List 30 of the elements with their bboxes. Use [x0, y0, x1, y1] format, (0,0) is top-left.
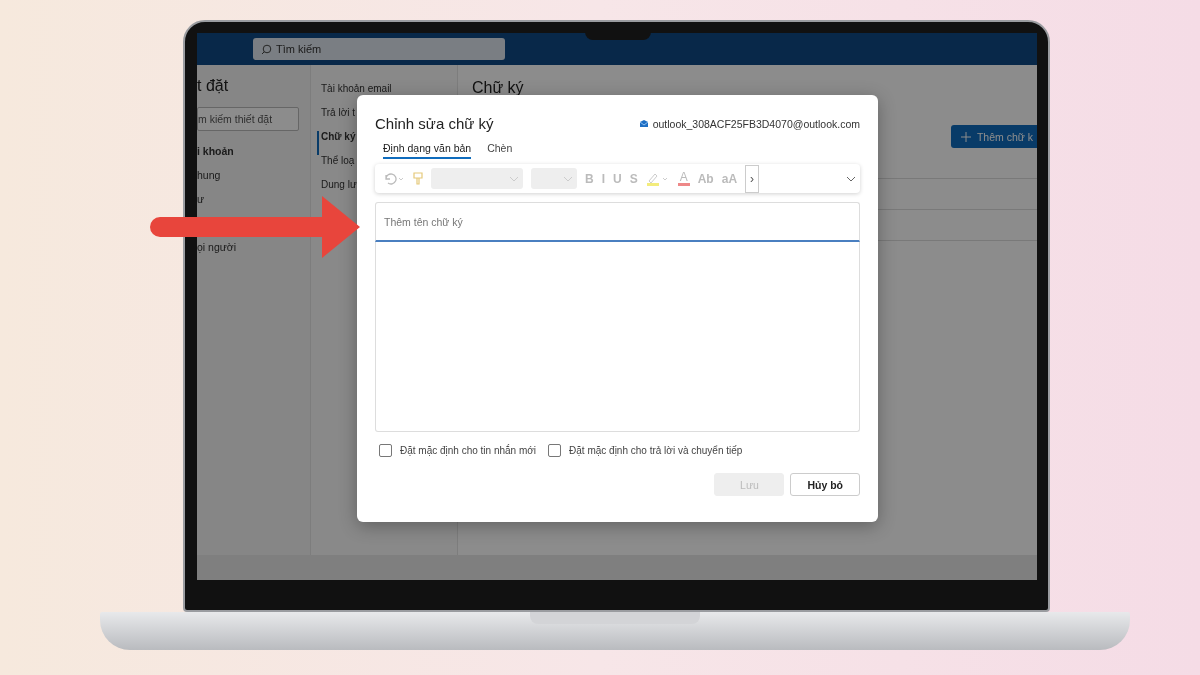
dialog-title: Chỉnh sửa chữ ký — [375, 115, 494, 132]
font-size-dropdown[interactable] — [531, 168, 577, 189]
undo-icon[interactable] — [383, 172, 405, 185]
settings-search-field[interactable]: m kiếm thiết đặt — [197, 107, 299, 131]
nav-item[interactable]: hung — [197, 169, 310, 193]
default-checkbox[interactable]: Đặt mặc định cho trả lời và chuyển tiếp — [548, 444, 743, 457]
nav-item[interactable]: ọi người — [197, 241, 310, 265]
account-email: outlook_308ACF25FB3D4070@outlook.com — [652, 117, 860, 130]
add-signature-button[interactable]: Thêm chữ k — [950, 125, 1037, 148]
highlighter-icon[interactable] — [645, 171, 670, 186]
page-title: Chữ ký — [472, 79, 525, 97]
nav-heading[interactable]: i khoản — [197, 145, 310, 169]
signature-name-field[interactable]: Thêm tên chữ ký — [375, 202, 860, 242]
tab[interactable]: Định dạng văn bản — [383, 142, 472, 159]
font-dropdown[interactable] — [431, 168, 523, 189]
signature-editor[interactable] — [375, 242, 860, 432]
paintbrush-icon[interactable] — [413, 172, 423, 185]
cancel-button[interactable]: Hủy bỏ — [790, 473, 860, 496]
nav-item[interactable]: ư — [197, 193, 310, 217]
settings-title: t đặt — [197, 77, 230, 96]
chevron-down-icon — [509, 175, 519, 182]
search-field[interactable]: Tìm kiếm — [253, 38, 505, 60]
more-button[interactable]: › — [745, 164, 760, 193]
chevron-down-icon[interactable] — [846, 175, 856, 182]
search-icon — [261, 43, 272, 55]
envelope-icon — [638, 119, 649, 128]
default-checkbox[interactable]: Đặt mặc định cho tin nhắn mới — [379, 444, 537, 457]
chevron-down-icon — [563, 175, 573, 182]
plus-icon — [960, 131, 971, 142]
tab[interactable]: Chèn — [487, 142, 513, 159]
